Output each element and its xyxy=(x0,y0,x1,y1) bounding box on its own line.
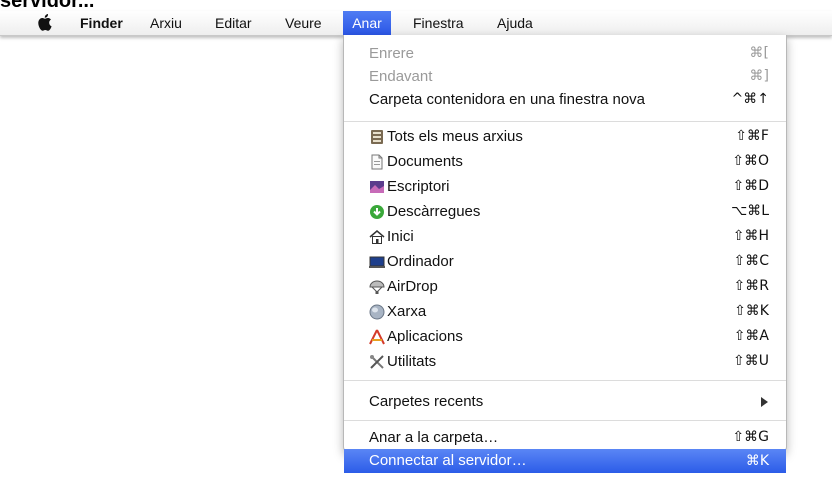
menubar-finder[interactable]: Finder xyxy=(74,11,129,35)
menu-item-label: AirDrop xyxy=(387,278,438,295)
home-icon xyxy=(369,230,385,244)
menu-item-shortcut: ⌥⌘L xyxy=(731,203,769,219)
menu-item-shortcut: ^⌘↑ xyxy=(731,91,769,107)
menu-item-applications[interactable]: Aplicacions ⇧⌘A xyxy=(344,324,786,349)
menubar-editar[interactable]: Editar xyxy=(209,11,258,35)
menu-item-shortcut: ⇧⌘A xyxy=(733,328,769,344)
menu-item-desktop[interactable]: Escriptori ⇧⌘D xyxy=(344,174,786,199)
menu-item-downloads[interactable]: Descàrregues ⌥⌘L xyxy=(344,199,786,224)
menu-separator xyxy=(344,420,786,421)
menu-item-label: Enrere xyxy=(369,45,415,62)
utilities-icon xyxy=(370,355,384,369)
menu-item-label: Carpeta contenidora en una finestra nova xyxy=(369,91,646,108)
menu-item-shortcut: ⇧⌘K xyxy=(734,303,769,319)
menu-item-go-to-folder[interactable]: Anar a la carpeta… ⇧⌘G xyxy=(344,425,786,450)
submenu-arrow-icon xyxy=(761,397,768,407)
menu-item-all-my-files[interactable]: Tots els meus arxius ⇧⌘F xyxy=(344,124,786,149)
menu-item-label: Aplicacions xyxy=(387,328,463,345)
applications-icon xyxy=(369,329,385,345)
menu-item-label: Carpetes recents xyxy=(369,393,484,410)
network-icon xyxy=(369,304,385,320)
menu-item-shortcut: ⇧⌘R xyxy=(733,278,769,294)
menu-item-computer[interactable]: Ordinador ⇧⌘C xyxy=(344,249,786,274)
menu-item-label: Utilitats xyxy=(387,353,437,370)
menu-item-shortcut: ⇧⌘U xyxy=(733,353,769,369)
menu-item-connect-to-server[interactable]: Connectar al servidor… ⌘K xyxy=(344,449,786,473)
menubar-anar[interactable]: Anar xyxy=(343,11,391,35)
menu-item-enclosing-folder[interactable]: Carpeta contenidora en una finestra nova… xyxy=(344,87,786,112)
menu-item-label: Xarxa xyxy=(387,303,427,320)
menu-item-airdrop[interactable]: AirDrop ⇧⌘R xyxy=(344,274,786,299)
menu-item-label: Anar a la carpeta… xyxy=(369,429,499,446)
menu-item-label: Endavant xyxy=(369,68,433,85)
menu-item-shortcut: ⇧⌘G xyxy=(732,429,769,445)
menubar-finestra[interactable]: Finestra xyxy=(407,11,470,35)
menubar-veure[interactable]: Veure xyxy=(279,11,328,35)
desktop-icon xyxy=(370,181,384,193)
menu-item-shortcut: ⇧⌘O xyxy=(732,153,769,169)
menu-item-label: Inici xyxy=(387,228,414,245)
menu-item-shortcut: ⇧⌘F xyxy=(735,128,769,144)
top-caption: servidor... xyxy=(0,0,95,12)
all-files-icon xyxy=(371,130,383,144)
menu-item-shortcut: ⌘K xyxy=(745,453,769,469)
menu-item-label: Descàrregues xyxy=(387,203,481,220)
menu-bar: Finder Arxiu Editar Veure Anar Finestra … xyxy=(0,11,832,36)
menu-item-recent-folders[interactable]: Carpetes recents xyxy=(344,389,786,414)
menu-item-label: Documents xyxy=(387,153,463,170)
downloads-icon xyxy=(370,205,384,219)
menu-item-label: Connectar al servidor… xyxy=(369,452,527,469)
menubar-ajuda[interactable]: Ajuda xyxy=(491,11,539,35)
go-menu-dropdown: Enrere ⌘[ Endavant ⌘] Carpeta contenidor… xyxy=(343,35,787,473)
menu-item-label: Escriptori xyxy=(387,178,450,195)
menu-item-label: Tots els meus arxius xyxy=(387,128,523,145)
menu-item-home[interactable]: Inici ⇧⌘H xyxy=(344,224,786,249)
menu-item-forward[interactable]: Endavant ⌘] xyxy=(344,64,786,89)
menu-item-label: Ordinador xyxy=(387,253,454,270)
menu-separator xyxy=(344,121,786,122)
apple-icon[interactable] xyxy=(38,13,54,31)
computer-icon xyxy=(369,256,385,268)
menu-item-network[interactable]: Xarxa ⇧⌘K xyxy=(344,299,786,324)
airdrop-icon xyxy=(369,280,385,294)
menu-item-shortcut: ⇧⌘H xyxy=(732,228,769,244)
menu-item-shortcut: ⌘] xyxy=(749,68,769,84)
documents-icon xyxy=(371,154,383,170)
menu-item-documents[interactable]: Documents ⇧⌘O xyxy=(344,149,786,174)
menu-item-shortcut: ⇧⌘C xyxy=(733,253,769,269)
menu-item-back[interactable]: Enrere ⌘[ xyxy=(344,41,786,66)
menu-item-utilities[interactable]: Utilitats ⇧⌘U xyxy=(344,349,786,374)
menu-item-shortcut: ⇧⌘D xyxy=(732,178,769,194)
menubar-arxiu[interactable]: Arxiu xyxy=(144,11,188,35)
menu-item-shortcut: ⌘[ xyxy=(749,45,769,61)
menu-separator xyxy=(344,380,786,381)
